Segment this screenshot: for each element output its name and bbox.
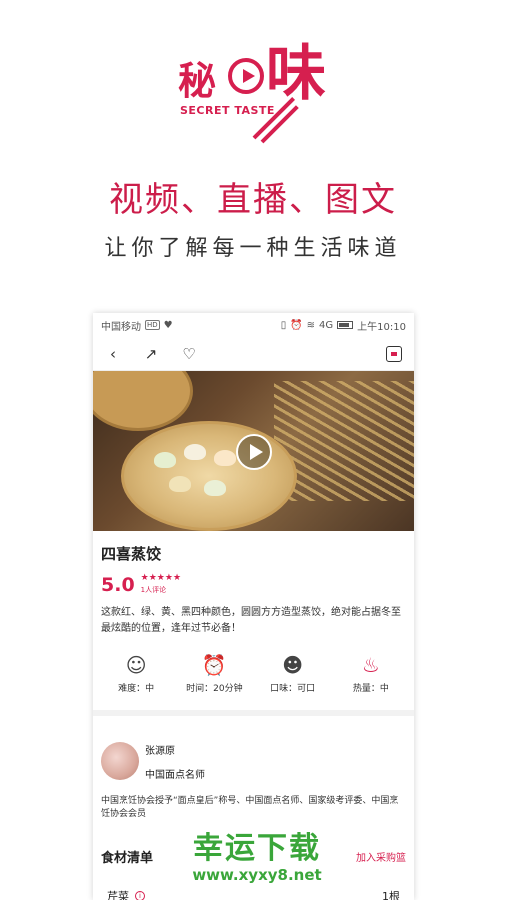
attr-difficulty: ☺ 难度：中 — [98, 653, 174, 694]
favorite-heart-icon[interactable]: ♡ — [181, 345, 197, 363]
clock-time: 上午10:10 — [357, 321, 406, 333]
chef-bio: 中国烹饪协会授予“面点皇后”称号、中国面点名师、国家级考评委、中国烹饪协会会员 — [101, 796, 399, 819]
top-nav: ‹ ↗ ♡ — [93, 337, 414, 371]
ingredients-title: 食材清单 — [101, 851, 154, 866]
logo-char-secret: 秘 — [178, 58, 217, 103]
wifi-icon: ≋ — [306, 319, 316, 331]
attr-label: 热量：中 — [352, 684, 389, 694]
steamer-basket-image — [121, 421, 297, 531]
dumpling-image — [204, 480, 226, 496]
clock-icon: ⏰ — [201, 653, 227, 677]
add-to-basket-button[interactable]: 加入采购篮 — [356, 849, 406, 864]
chef-name: 张源原 — [145, 746, 175, 757]
battery-icon — [337, 321, 354, 329]
avatar[interactable] — [101, 742, 139, 780]
flame-icon: ♨ — [361, 653, 380, 677]
rating-row: 5.0 ★★★★★ 1人评论 — [93, 564, 414, 595]
dumpling-image — [214, 450, 236, 466]
promo-headline: 视频、直播、图文 — [109, 180, 397, 220]
info-icon[interactable]: i — [135, 891, 145, 900]
rating-stars-icon: ★★★★★ — [140, 573, 182, 583]
back-icon[interactable]: ‹ — [105, 345, 121, 363]
attr-label: 时间：20分钟 — [186, 684, 243, 694]
logo-char-taste: 味 — [266, 39, 326, 109]
carrier-label: 中国移动 — [101, 321, 141, 333]
attr-label: 口味：可口 — [270, 684, 316, 694]
dumpling-image — [184, 444, 206, 460]
recipe-video-cover[interactable] — [93, 371, 414, 531]
promo-tagline: 让你了解每一种生活味道 — [104, 236, 402, 261]
app-logo: 秘 味 SECRET TASTE — [176, 39, 336, 144]
alarm-icon: ⏰ — [290, 319, 303, 331]
recipe-attributes: ☺ 难度：中 ⏰ 时间：20分钟 ☻ 口味：可口 ♨ 热量：中 — [93, 653, 414, 694]
chef-card[interactable]: 张源原 中国面点名师 — [93, 716, 414, 781]
ingredient-name: 芹菜 — [107, 890, 129, 900]
steamer-lid-image — [93, 371, 193, 431]
logo-play-icon — [228, 58, 264, 94]
attr-time: ⏰ 时间：20分钟 — [176, 653, 252, 694]
shopping-basket-icon[interactable] — [386, 346, 402, 362]
phone-screen: 中国移动 HD ♥ ▯ ⏰ ≋ 4G 上午10:10 ‹ ↗ ♡ 四喜蒸饺 5.… — [93, 313, 414, 900]
status-bar: 中国移动 HD ♥ ▯ ⏰ ≋ 4G 上午10:10 — [93, 313, 414, 337]
recipe-description: 这款红、绿、黄、黑四种颜色，圆圆方方造型蒸饺，绝对能占据冬至最炫酷的位置，逢年过… — [101, 607, 401, 634]
ingredient-qty: 1根 — [382, 890, 400, 900]
attr-calories: ♨ 热量：中 — [333, 653, 409, 694]
watermark-url: www.xyxy8.net — [192, 866, 322, 884]
attr-taste: ☻ 口味：可口 — [255, 653, 331, 694]
logo-english-text: SECRET TASTE — [180, 104, 275, 117]
recipe-title: 四喜蒸饺 — [101, 545, 162, 563]
taste-icon: ☻ — [282, 653, 304, 677]
watermark-text: 幸运下载 — [193, 831, 321, 866]
rating-score: 5.0 — [101, 574, 135, 596]
video-play-icon[interactable] — [236, 434, 272, 470]
heart-status-icon: ♥ — [163, 319, 173, 331]
hd-badge: HD — [145, 320, 160, 330]
attr-label: 难度：中 — [118, 684, 155, 694]
chef-hat-icon: ☺ — [125, 653, 147, 677]
dumpling-image — [154, 452, 176, 468]
share-icon[interactable]: ↗ — [143, 345, 159, 363]
network-label: 4G — [319, 319, 334, 331]
vibrate-icon: ▯ — [280, 319, 287, 331]
dumpling-image — [169, 476, 191, 492]
watermark: 幸运下载 www.xyxy8.net — [172, 831, 342, 885]
chef-title: 中国面点名师 — [145, 770, 205, 781]
review-count[interactable]: 1人评论 — [141, 585, 181, 595]
